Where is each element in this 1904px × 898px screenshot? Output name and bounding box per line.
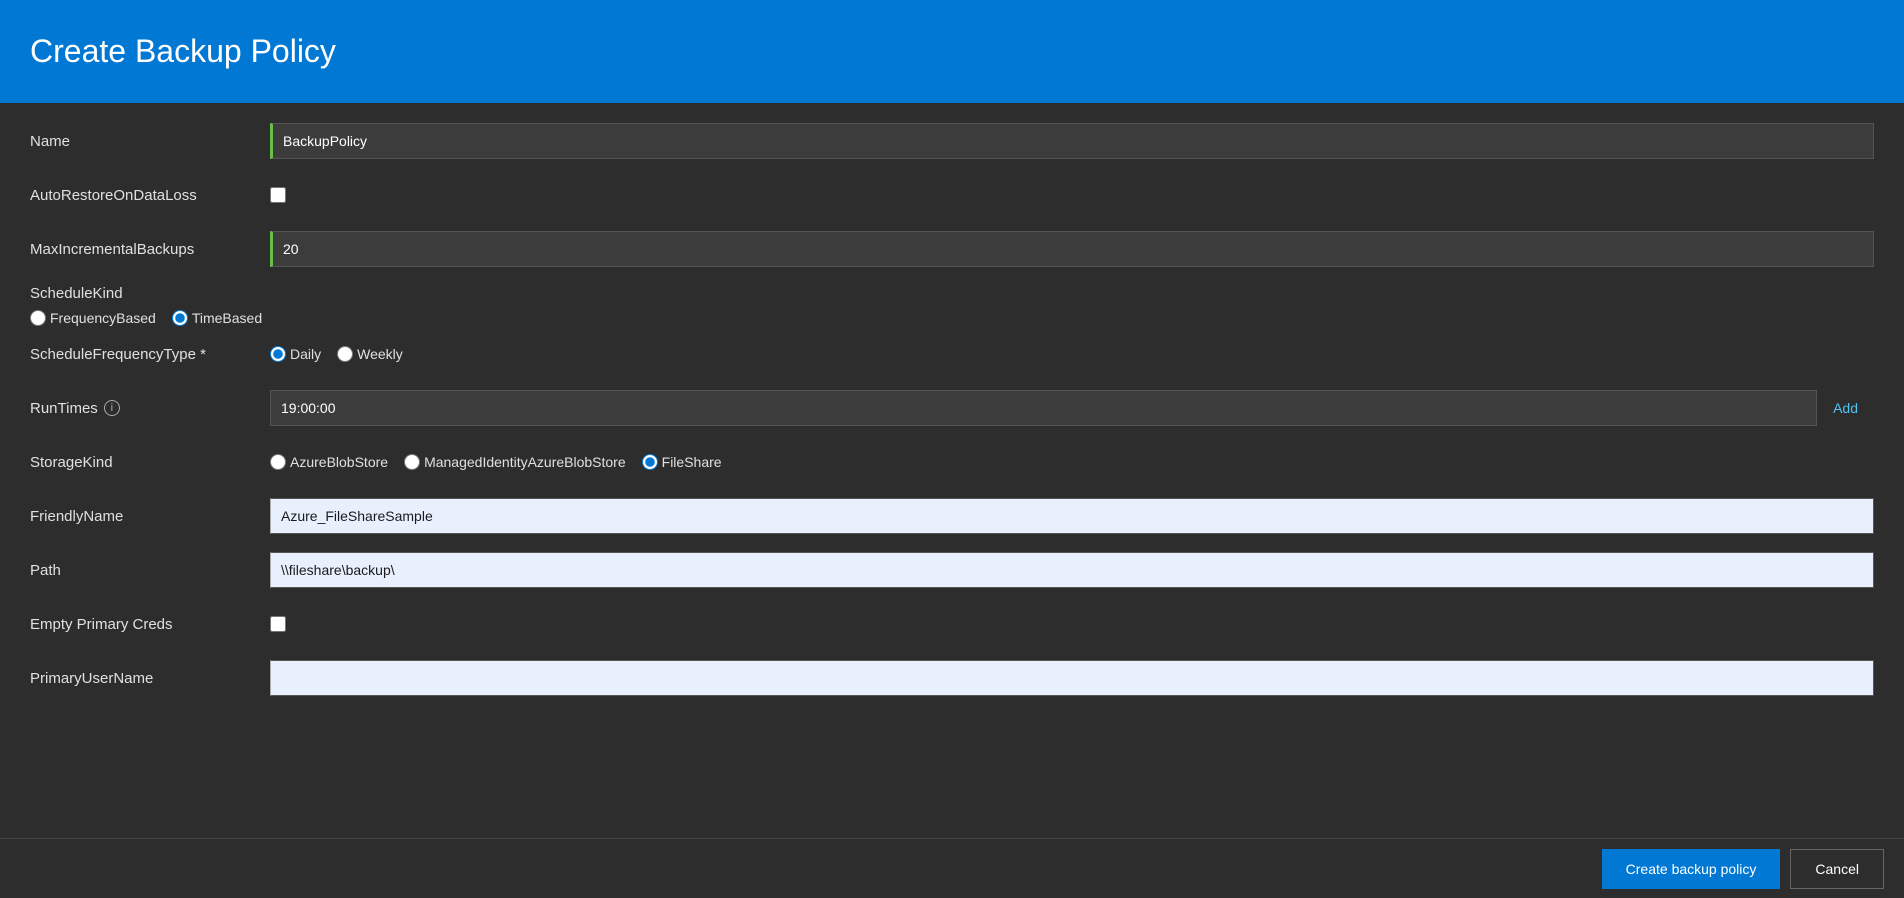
auto-restore-row: AutoRestoreOnDataLoss <box>30 177 1874 213</box>
runtimes-info-icon[interactable]: i <box>104 400 120 416</box>
schedule-frequency-label: ScheduleFrequencyType * <box>30 346 270 363</box>
path-row: Path <box>30 552 1874 588</box>
header: Create Backup Policy <box>0 0 1904 103</box>
storage-kind-options: AzureBlobStore ManagedIdentityAzureBlobS… <box>270 454 738 470</box>
schedule-kind-frequency-label: FrequencyBased <box>50 310 156 326</box>
max-incremental-input[interactable] <box>270 231 1874 267</box>
schedule-kind-time-label: TimeBased <box>192 310 262 326</box>
name-input[interactable] <box>270 123 1874 159</box>
friendly-name-label: FriendlyName <box>30 508 270 525</box>
storage-kind-label: StorageKind <box>30 454 270 471</box>
schedule-kind-time[interactable]: TimeBased <box>172 310 262 326</box>
name-label: Name <box>30 133 270 150</box>
max-incremental-label: MaxIncrementalBackups <box>30 241 270 258</box>
empty-primary-creds-checkbox[interactable] <box>270 616 286 632</box>
footer: Create backup policy Cancel <box>0 838 1904 898</box>
primary-username-row: PrimaryUserName <box>30 660 1874 696</box>
storage-kind-managed[interactable]: ManagedIdentityAzureBlobStore <box>404 454 626 470</box>
storage-kind-azure-label: AzureBlobStore <box>290 454 388 470</box>
schedule-frequency-weekly[interactable]: Weekly <box>337 346 403 362</box>
runtimes-input[interactable] <box>270 390 1817 426</box>
schedule-frequency-daily[interactable]: Daily <box>270 346 321 362</box>
runtimes-input-container: Add <box>270 390 1874 426</box>
friendly-name-row: FriendlyName <box>30 498 1874 534</box>
runtimes-row: RunTimes i Add <box>30 390 1874 426</box>
schedule-frequency-weekly-label: Weekly <box>357 346 403 362</box>
cancel-button[interactable]: Cancel <box>1790 849 1884 889</box>
auto-restore-checkbox[interactable] <box>270 187 286 203</box>
primary-username-label: PrimaryUserName <box>30 670 270 687</box>
create-backup-policy-button[interactable]: Create backup policy <box>1602 849 1781 889</box>
path-label: Path <box>30 562 270 579</box>
path-input[interactable] <box>270 552 1874 588</box>
schedule-kind-options: FrequencyBased TimeBased <box>30 310 1874 326</box>
schedule-kind-row: ScheduleKind FrequencyBased TimeBased <box>30 285 1874 326</box>
storage-kind-managed-label: ManagedIdentityAzureBlobStore <box>424 454 626 470</box>
storage-kind-fileshare-label: FileShare <box>662 454 722 470</box>
storage-kind-fileshare[interactable]: FileShare <box>642 454 722 470</box>
schedule-kind-label: ScheduleKind <box>30 285 1874 302</box>
page-title: Create Backup Policy <box>30 33 336 70</box>
storage-kind-azure[interactable]: AzureBlobStore <box>270 454 388 470</box>
runtimes-label: RunTimes i <box>30 400 270 417</box>
empty-primary-creds-row: Empty Primary Creds <box>30 606 1874 642</box>
form-container: Name AutoRestoreOnDataLoss MaxIncrementa… <box>0 103 1904 838</box>
empty-primary-creds-label: Empty Primary Creds <box>30 616 270 633</box>
primary-username-input[interactable] <box>270 660 1874 696</box>
storage-kind-row: StorageKind AzureBlobStore ManagedIdenti… <box>30 444 1874 480</box>
auto-restore-label: AutoRestoreOnDataLoss <box>30 187 270 204</box>
name-row: Name <box>30 123 1874 159</box>
schedule-kind-frequency[interactable]: FrequencyBased <box>30 310 156 326</box>
schedule-frequency-row: ScheduleFrequencyType * Daily Weekly <box>30 336 1874 372</box>
friendly-name-input[interactable] <box>270 498 1874 534</box>
add-button[interactable]: Add <box>1817 390 1874 426</box>
schedule-frequency-daily-label: Daily <box>290 346 321 362</box>
runtimes-label-text: RunTimes <box>30 400 98 417</box>
schedule-frequency-options: Daily Weekly <box>270 346 419 362</box>
max-incremental-row: MaxIncrementalBackups <box>30 231 1874 267</box>
